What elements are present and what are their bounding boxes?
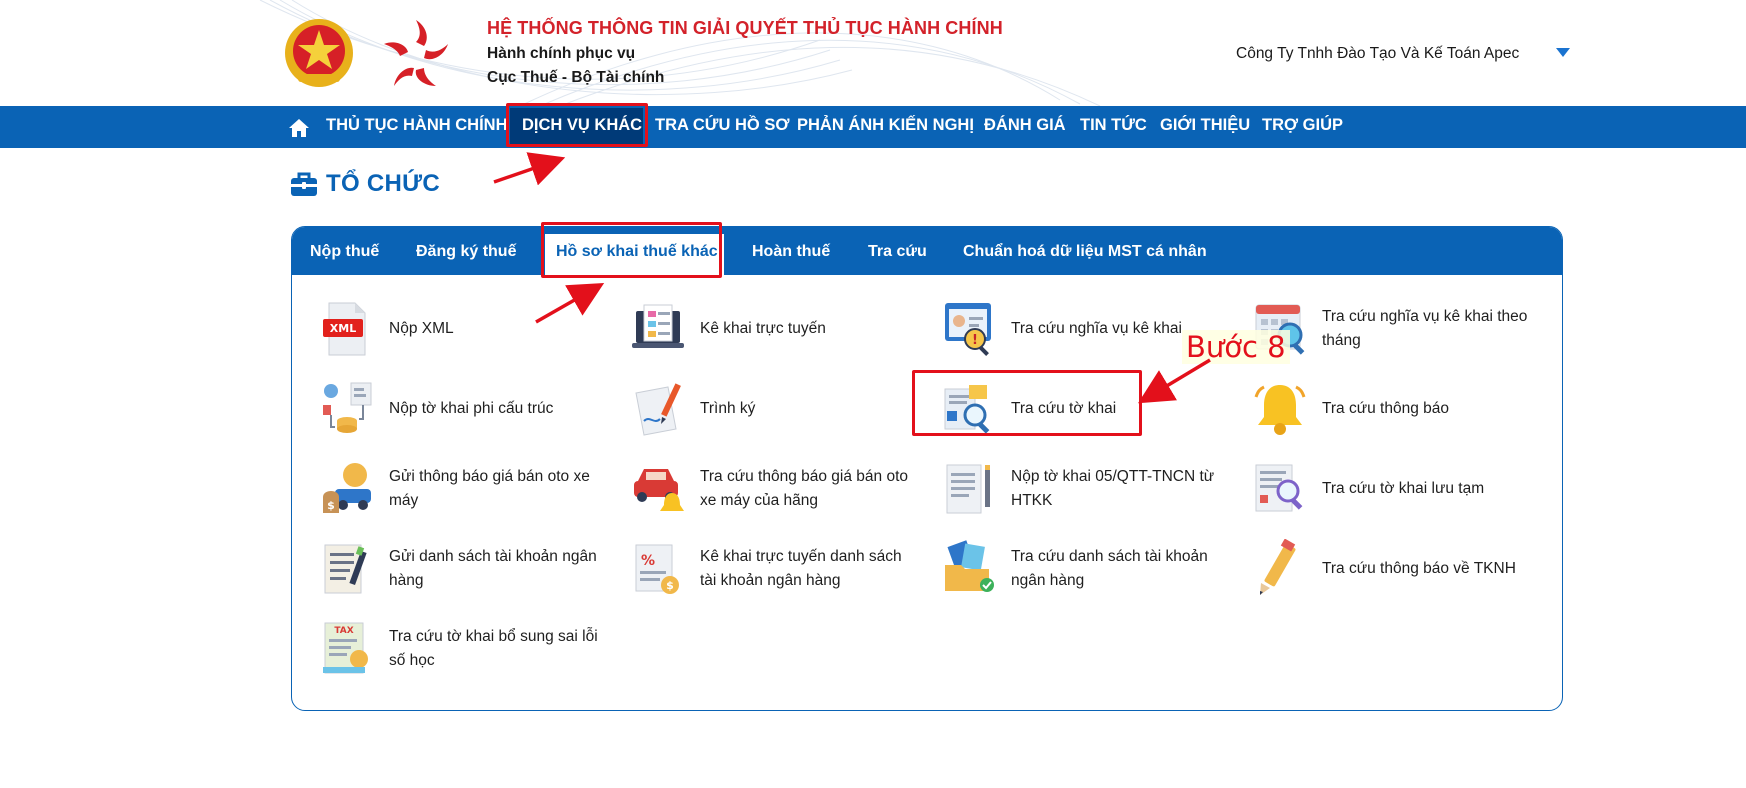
nav-thu-tuc-hanh-chinh[interactable]: THỦ TỤC HÀNH CHÍNH bbox=[326, 116, 507, 135]
car-price-icon: $ bbox=[323, 463, 371, 513]
site-header: HỆ THỐNG THÔNG TIN GIẢI QUYẾT THỦ TỤC HÀ… bbox=[0, 0, 1746, 106]
service-label: Tra cứu tờ khai lưu tạm bbox=[1322, 480, 1485, 497]
tax-department-logo bbox=[384, 20, 448, 86]
page-title: TỔ CHỨC bbox=[326, 170, 441, 197]
briefcase-icon bbox=[291, 172, 317, 196]
pencil-icon bbox=[1260, 539, 1296, 595]
service-gui-thong-bao-gia-ban-oto[interactable]: $ Gửi thông báo giá bán oto xe máy bbox=[319, 459, 609, 521]
nav-danh-gia[interactable]: ĐÁNH GIÁ bbox=[984, 116, 1066, 135]
chevron-down-icon[interactable] bbox=[1556, 48, 1570, 57]
document-pen-icon bbox=[946, 464, 990, 514]
tax-document-icon: TAX bbox=[323, 622, 368, 674]
svg-text:$: $ bbox=[666, 579, 674, 592]
service-label: Tra cứu thông báo bbox=[1322, 400, 1449, 417]
service-tra-cuu-to-khai-luu-tam[interactable]: Tra cứu tờ khai lưu tạm bbox=[1252, 459, 1542, 521]
tab-chuan-hoa-du-lieu[interactable]: Chuẩn hoá dữ liệu MST cá nhân bbox=[963, 243, 1207, 261]
service-nop-to-khai-05-qtt-tncn[interactable]: Nộp tờ khai 05/QTT-TNCN từ HTKK bbox=[941, 459, 1231, 521]
service-label: Trình ký bbox=[700, 400, 756, 417]
tab-nop-thue[interactable]: Nộp thuế bbox=[310, 243, 379, 261]
service-label: Kê khai trực tuyến danh sách tài khoản n… bbox=[700, 548, 902, 589]
service-label: Kê khai trực tuyến bbox=[700, 320, 826, 337]
svg-text:XML: XML bbox=[330, 322, 356, 335]
agency-name: Cục Thuế - Bộ Tài chính bbox=[487, 69, 665, 86]
service-label: Tra cứu tờ khai bổ sung sai lỗi số học bbox=[389, 628, 598, 669]
service-label: Tra cứu danh sách tài khoản ngân hàng bbox=[1011, 548, 1208, 589]
system-title: HỆ THỐNG THÔNG TIN GIẢI QUYẾT THỦ TỤC HÀ… bbox=[487, 18, 1003, 38]
service-trinh-ky[interactable]: Trình ký bbox=[630, 379, 920, 441]
nav-phan-anh-kien-nghi[interactable]: PHẢN ÁNH KIẾN NGHỊ bbox=[797, 116, 974, 135]
profile-search-icon: ! bbox=[945, 303, 991, 356]
svg-text:TAX: TAX bbox=[334, 626, 353, 636]
service-nop-to-khai-phi-cau-truc[interactable]: Nộp tờ khai phi cấu trúc bbox=[319, 379, 609, 441]
service-gui-danh-sach-tai-khoan-ngan-hang[interactable]: Gửi danh sách tài khoản ngân hàng bbox=[319, 539, 609, 601]
tab-tra-cuu[interactable]: Tra cứu bbox=[868, 243, 927, 261]
service-label: Gửi danh sách tài khoản ngân hàng bbox=[389, 548, 597, 589]
service-label: Gửi thông báo giá bán oto xe máy bbox=[389, 468, 590, 509]
home-icon[interactable] bbox=[288, 118, 310, 138]
highlight-box-tab bbox=[541, 222, 722, 278]
nav-gioi-thieu[interactable]: GIỚI THIỆU bbox=[1160, 116, 1250, 135]
bell-icon bbox=[1254, 385, 1306, 435]
service-label: Nộp tờ khai phi cấu trúc bbox=[389, 400, 554, 417]
service-tra-cuu-thong-bao[interactable]: Tra cứu thông báo bbox=[1252, 379, 1542, 441]
services-panel: Nộp thuế Đăng ký thuế Hồ sơ khai thuế kh… bbox=[291, 226, 1563, 711]
service-tra-cuu-danh-sach-tai-khoan[interactable]: Tra cứu danh sách tài khoản ngân hàng bbox=[941, 539, 1231, 601]
xml-file-icon: XML bbox=[323, 302, 366, 356]
arrow-to-nav bbox=[493, 152, 566, 186]
service-ke-khai-danh-sach-tai-khoan[interactable]: % $ Kê khai trực tuyến danh sách tài kho… bbox=[630, 539, 920, 601]
nav-tra-cuu-ho-so[interactable]: TRA CỨU HỒ SƠ bbox=[655, 116, 789, 135]
service-tra-cuu-nghia-vu-ke-khai-theo-thang[interactable]: Tra cứu nghĩa vụ kê khai theo tháng bbox=[1252, 299, 1542, 361]
data-flow-icon bbox=[323, 382, 372, 433]
service-label: Nộp XML bbox=[389, 320, 454, 337]
sign-document-icon bbox=[635, 383, 681, 436]
service-label: Nộp tờ khai 05/QTT-TNCN từ HTKK bbox=[1011, 468, 1215, 509]
service-ke-khai-truc-tuyen[interactable]: Kê khai trực tuyến bbox=[630, 299, 920, 361]
service-tra-cuu-thong-bao-tknh[interactable]: Tra cứu thông báo về TKNH bbox=[1252, 539, 1542, 601]
tab-dang-ky-thue[interactable]: Đăng ký thuế bbox=[416, 243, 516, 261]
tab-hoan-thue[interactable]: Hoàn thuế bbox=[752, 243, 830, 261]
step-annotation-label: Bước 8 bbox=[1182, 330, 1290, 364]
system-subtitle: Hành chính phục vụ bbox=[487, 45, 636, 62]
highlight-box-nav bbox=[506, 103, 648, 147]
service-label: Tra cứu thông báo về TKNH bbox=[1322, 560, 1516, 577]
svg-text:$: $ bbox=[327, 499, 335, 512]
service-label: Tra cứu nghĩa vụ kê khai theo tháng bbox=[1322, 308, 1528, 349]
folder-check-icon bbox=[945, 540, 994, 592]
national-emblem-logo bbox=[285, 19, 353, 87]
percent-document-icon: % $ bbox=[635, 544, 679, 594]
service-label: Tra cứu thông báo giá bán oto xe máy của… bbox=[700, 468, 909, 509]
svg-text:%: % bbox=[641, 553, 655, 569]
service-tra-cuu-thong-bao-gia-ban-cua-hang[interactable]: Tra cứu thông báo giá bán oto xe máy của… bbox=[630, 459, 920, 521]
nav-tin-tuc[interactable]: TIN TỨC bbox=[1080, 116, 1147, 135]
account-company-name[interactable]: Công Ty Tnhh Đào Tạo Và Kế Toán Apec bbox=[1236, 45, 1519, 63]
nav-tro-giup[interactable]: TRỢ GIÚP bbox=[1262, 116, 1343, 135]
laptop-form-icon bbox=[632, 304, 684, 348]
service-nop-xml[interactable]: XML Nộp XML bbox=[319, 299, 609, 361]
list-pen-icon bbox=[324, 544, 367, 594]
service-tra-cuu-to-khai-bo-sung[interactable]: TAX Tra cứu tờ khai bổ sung sai lỗi số h… bbox=[319, 619, 609, 681]
car-bell-icon bbox=[634, 469, 684, 511]
saved-document-search-icon bbox=[1255, 464, 1303, 512]
highlight-box-service bbox=[912, 370, 1142, 436]
svg-text:!: ! bbox=[972, 333, 978, 348]
